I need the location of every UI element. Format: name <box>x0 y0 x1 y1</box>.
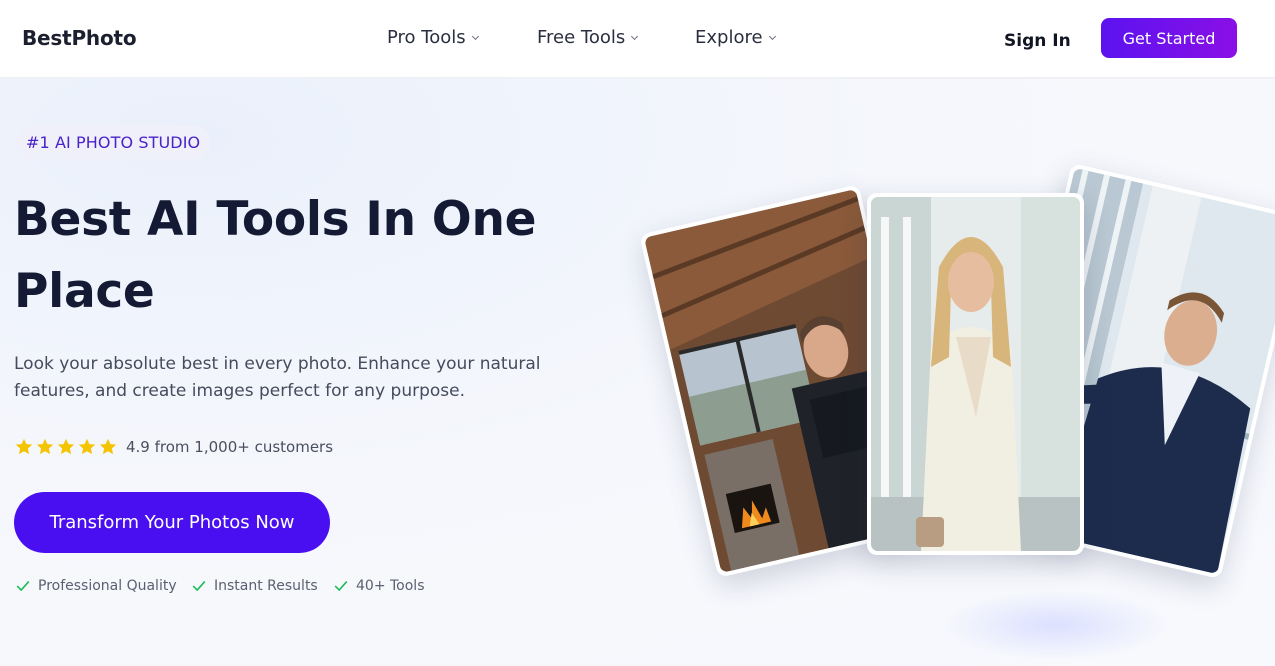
nav-free-tools-label: Free Tools <box>537 27 626 48</box>
nav-explore-label: Explore <box>695 27 763 48</box>
star-icon <box>78 438 96 455</box>
customer-rating: 4.9 from 1,000+ customers <box>14 437 333 457</box>
chevron-down-icon <box>631 32 639 41</box>
check-icon <box>334 581 348 591</box>
feature-label: Professional Quality <box>38 578 177 594</box>
sample-photo-woman-suit <box>867 193 1084 555</box>
get-started-button[interactable]: Get Started <box>1101 18 1237 58</box>
feature-item: 40+ Tools <box>332 577 424 595</box>
check-icon <box>192 581 206 591</box>
transform-photos-button[interactable]: Transform Your Photos Now <box>14 492 330 553</box>
hero-badge: #1 AI PHOTO STUDIO <box>16 125 211 159</box>
feature-item: Instant Results <box>190 577 318 595</box>
hero-subtext: Look your absolute best in every photo. … <box>14 354 541 401</box>
check-icon <box>16 581 30 591</box>
star-icon <box>99 438 117 455</box>
photo-woman-suit-image <box>871 197 1080 551</box>
hero-headline-line2: Place <box>14 264 155 319</box>
nav-free-tools[interactable]: Free Tools <box>537 27 639 48</box>
feature-label: 40+ Tools <box>356 578 425 594</box>
nav-explore[interactable]: Explore <box>695 27 776 48</box>
decorative-glow <box>940 590 1170 660</box>
hero-headline: Best AI Tools In One Place <box>14 184 574 328</box>
chevron-down-icon <box>768 32 776 41</box>
hero-headline-line1: Best AI Tools In One <box>14 192 537 247</box>
logo[interactable]: BestPhoto <box>22 26 137 50</box>
sign-in-link[interactable]: Sign In <box>1004 31 1071 51</box>
star-icon <box>57 438 75 455</box>
feature-label: Instant Results <box>214 578 318 594</box>
star-icon <box>15 438 33 455</box>
site-header: BestPhoto Pro Tools Free Tools Explore S… <box>0 0 1275 78</box>
feature-item: Professional Quality <box>14 577 177 595</box>
nav-pro-tools-label: Pro Tools <box>387 27 466 48</box>
star-icon <box>36 438 54 455</box>
chevron-down-icon <box>471 32 479 41</box>
rating-text: 4.9 from 1,000+ customers <box>126 438 334 456</box>
star-rating <box>14 437 118 457</box>
nav-pro-tools[interactable]: Pro Tools <box>387 27 479 48</box>
